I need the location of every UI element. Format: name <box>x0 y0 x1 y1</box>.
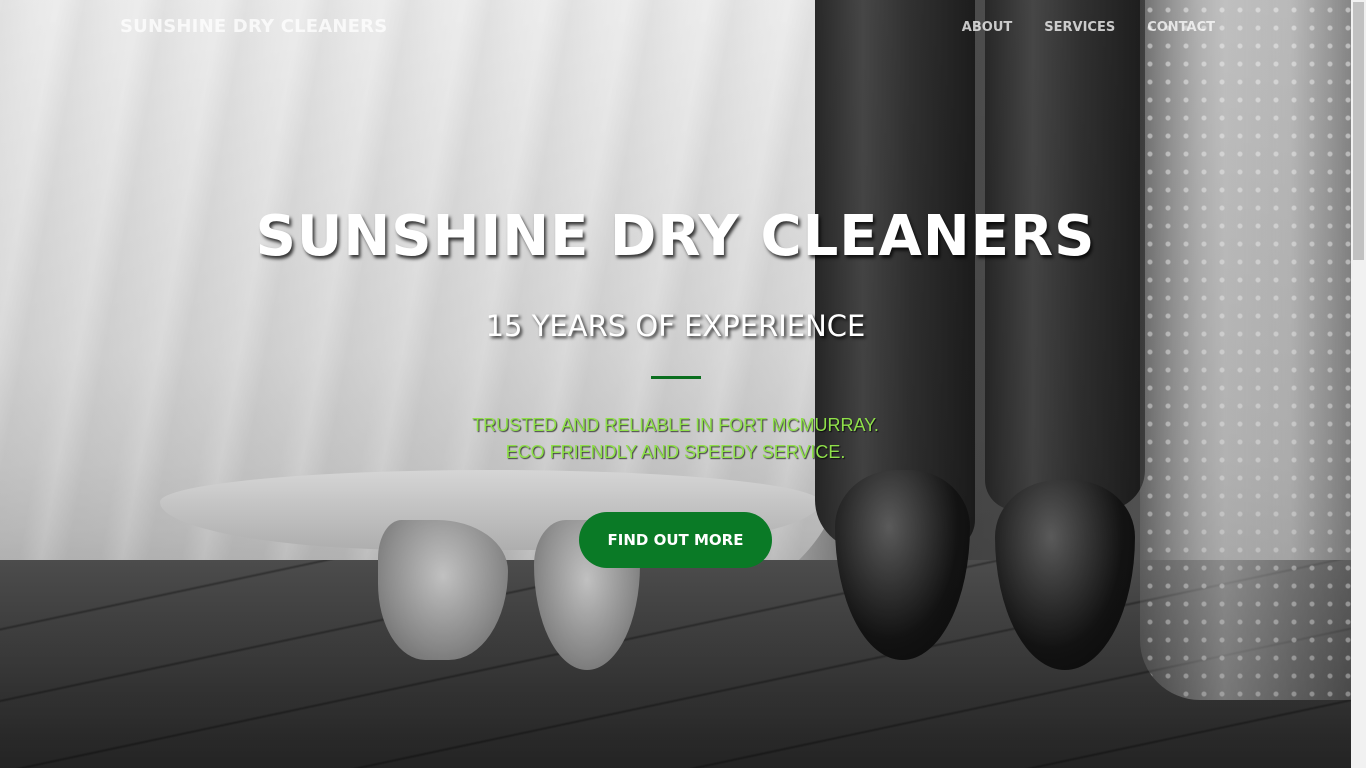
hero-title: SUNSHINE DRY CLEANERS <box>255 204 1096 269</box>
nav-link-contact[interactable]: CONTACT <box>1147 20 1215 35</box>
hero-overlay <box>0 0 1351 768</box>
nav-link-services[interactable]: SERVICES <box>1044 20 1115 35</box>
scrollbar-thumb[interactable] <box>1353 2 1364 260</box>
hero-divider <box>651 376 701 379</box>
find-out-more-button[interactable]: FIND OUT MORE <box>579 512 772 568</box>
page: SUNSHINE DRY CLEANERS ABOUT SERVICES CON… <box>0 0 1366 768</box>
hero-background-image <box>0 0 1351 768</box>
hero-subtitle: 15 YEARS OF EXPERIENCE <box>485 309 866 343</box>
nav-links: ABOUT SERVICES CONTACT <box>962 20 1215 35</box>
top-navbar: SUNSHINE DRY CLEANERS ABOUT SERVICES CON… <box>0 0 1351 58</box>
vertical-scrollbar[interactable] <box>1351 0 1366 768</box>
hero-tagline: TRUSTED AND RELIABLE IN FORT MCMURRAY. E… <box>0 412 1351 466</box>
tagline-line-1: TRUSTED AND RELIABLE IN FORT MCMURRAY. <box>472 415 879 435</box>
nav-link-about[interactable]: ABOUT <box>962 20 1012 35</box>
tagline-line-2: ECO FRIENDLY AND SPEEDY SERVICE. <box>505 442 846 462</box>
brand-link[interactable]: SUNSHINE DRY CLEANERS <box>120 16 387 37</box>
